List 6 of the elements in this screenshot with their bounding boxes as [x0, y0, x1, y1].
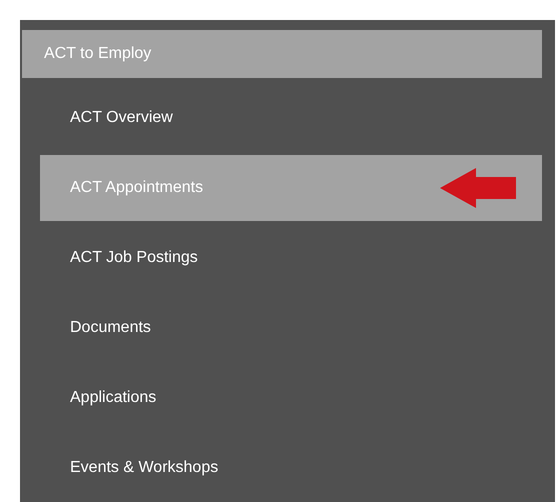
menu-item[interactable]: ACT Overview [40, 85, 542, 151]
menu-item[interactable]: Documents [40, 295, 542, 361]
arrow-icon [440, 168, 516, 208]
menu-item[interactable]: ACT Job Postings [40, 225, 542, 291]
menu-item[interactable]: Events & Workshops [40, 435, 542, 501]
menu-item[interactable]: Applications [40, 365, 542, 431]
